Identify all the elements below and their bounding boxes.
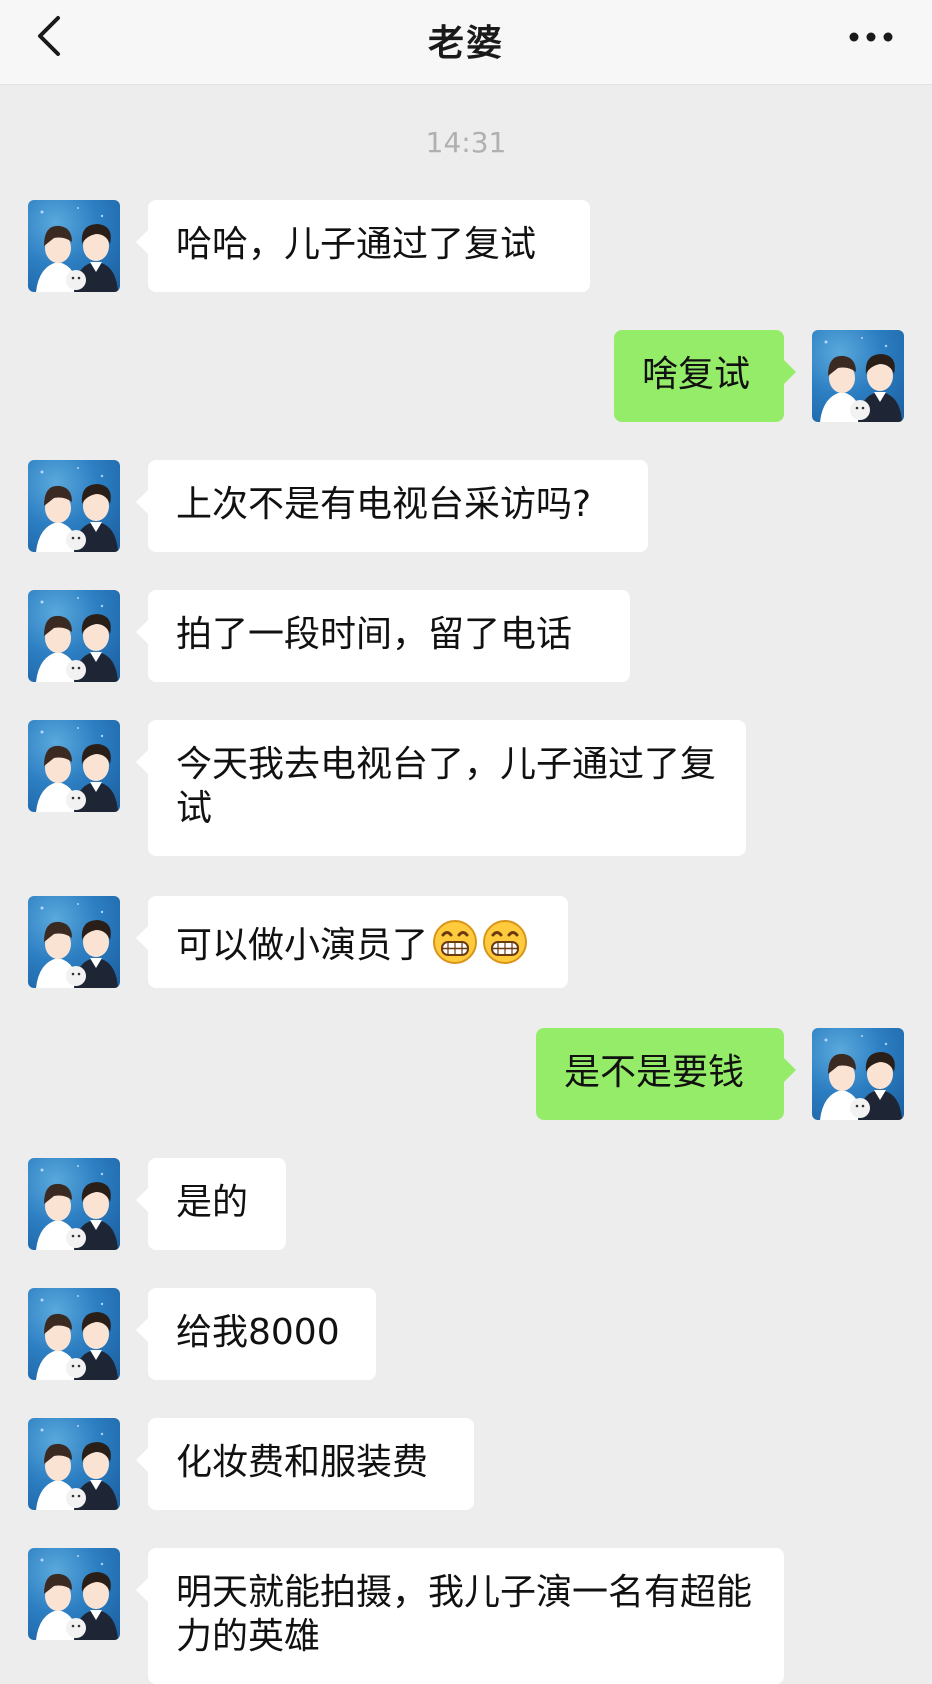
message-bubble[interactable]: 拍了一段时间，留了电话 bbox=[136, 590, 630, 682]
message-bubble[interactable]: 化妆费和服装费 bbox=[136, 1418, 474, 1510]
grin-emoji-icon bbox=[432, 919, 478, 965]
message-bubble[interactable]: 可以做小演员了 bbox=[136, 896, 568, 988]
message-bubble[interactable]: 是的 bbox=[136, 1158, 286, 1250]
message-bubble[interactable]: 给我8000 bbox=[136, 1288, 376, 1380]
more-icon[interactable] bbox=[846, 22, 896, 52]
contact-avatar[interactable] bbox=[28, 460, 120, 552]
grin-emoji-icon bbox=[482, 919, 528, 965]
message-timestamp: 14:31 bbox=[425, 126, 507, 159]
my-avatar[interactable] bbox=[812, 330, 904, 422]
contact-avatar[interactable] bbox=[28, 200, 120, 292]
message-bubble[interactable]: 啥复试 bbox=[614, 330, 796, 422]
contact-avatar[interactable] bbox=[28, 896, 120, 988]
contact-avatar[interactable] bbox=[28, 590, 120, 682]
message-text: 可以做小演员了 bbox=[176, 925, 429, 966]
contact-avatar[interactable] bbox=[28, 1548, 120, 1640]
message-bubble[interactable]: 是不是要钱 bbox=[536, 1028, 796, 1120]
message-bubble[interactable]: 明天就能拍摄，我儿子演一名有超能力的英雄 bbox=[136, 1548, 784, 1684]
chat-title: 老婆 bbox=[427, 23, 504, 64]
message-bubble[interactable]: 今天我去电视台了，儿子通过了复试 bbox=[136, 720, 746, 856]
contact-avatar[interactable] bbox=[28, 1158, 120, 1250]
message-bubble[interactable]: 上次不是有电视台采访吗? bbox=[136, 460, 648, 552]
contact-avatar[interactable] bbox=[28, 720, 120, 812]
contact-avatar[interactable] bbox=[28, 1418, 120, 1510]
my-avatar[interactable] bbox=[812, 1028, 904, 1120]
message-bubble[interactable]: 哈哈，儿子通过了复试 bbox=[136, 200, 590, 292]
contact-avatar[interactable] bbox=[28, 1288, 120, 1380]
chat-header: 老婆 bbox=[0, 0, 932, 85]
